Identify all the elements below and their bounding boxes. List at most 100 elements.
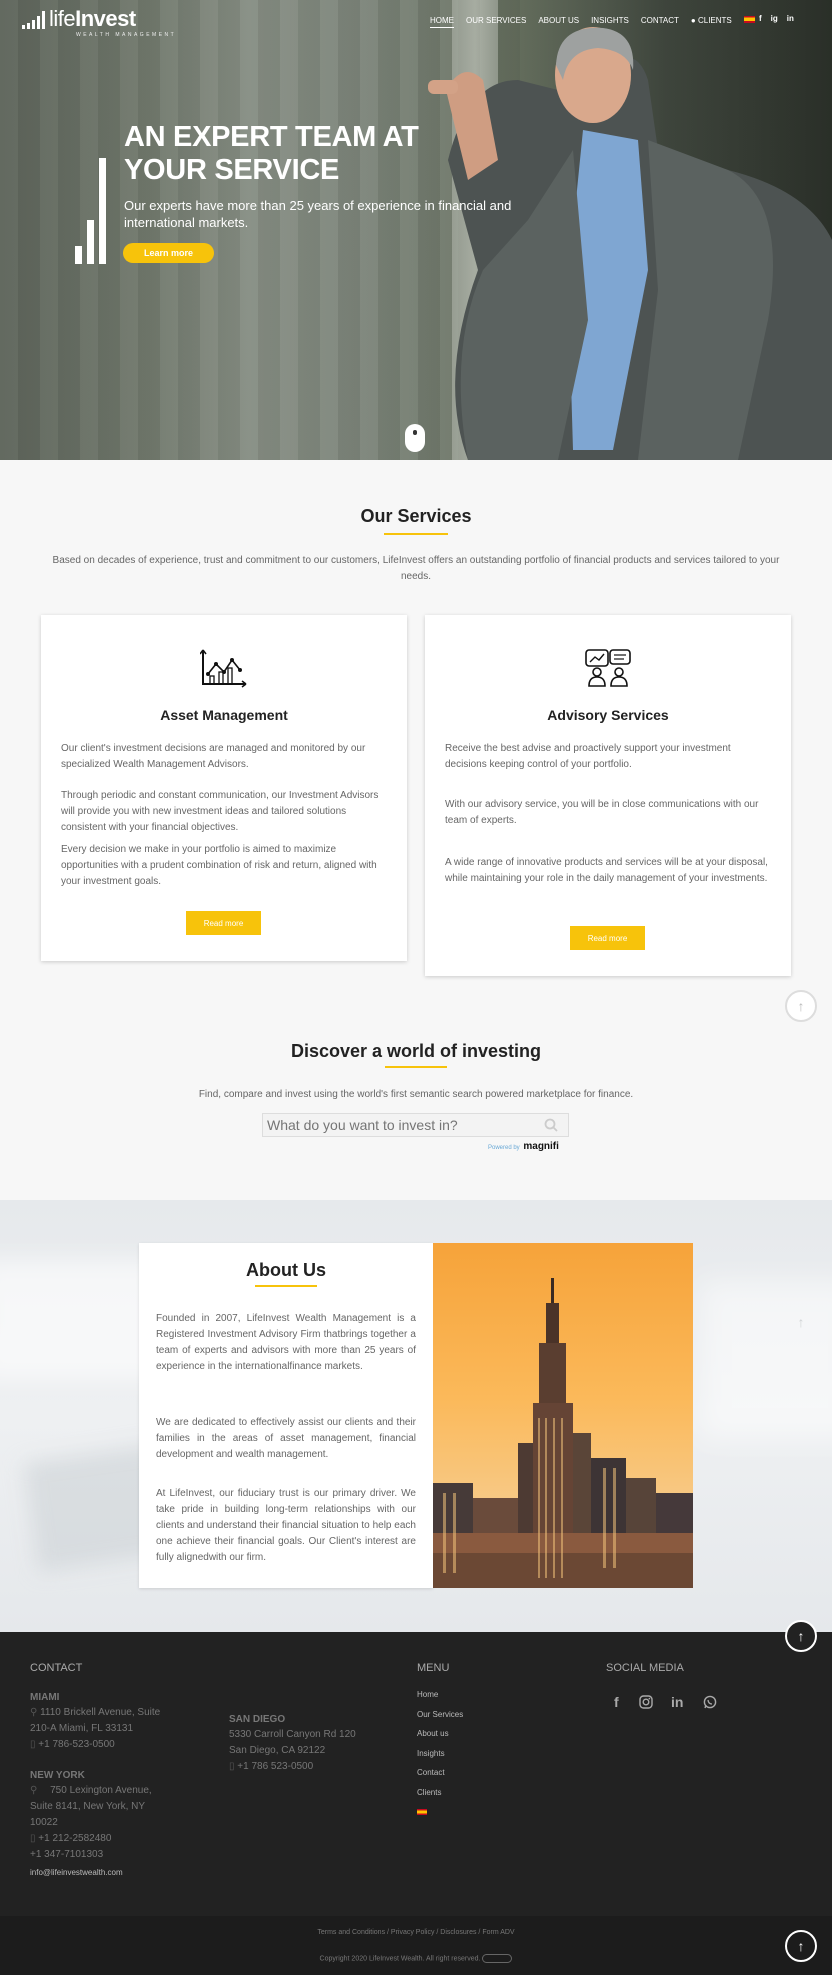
arrow-up-icon: ↑ <box>797 1314 805 1330</box>
hero-bars-graphic <box>75 158 106 264</box>
footer-menu-clients[interactable]: Clients <box>417 1788 441 1797</box>
menu-heading: MENU <box>417 1662 450 1674</box>
discover-title-underline <box>385 1066 447 1068</box>
asset-management-title: Asset Management <box>160 707 288 723</box>
hero-section: lifeInvest WEALTH MANAGEMENT HOME OUR SE… <box>0 0 832 460</box>
developer-logo-icon <box>482 1954 513 1963</box>
new-york-phone-1-label: +1 212-2582480 <box>38 1833 112 1844</box>
footer-menu-insights[interactable]: Insights <box>417 1749 445 1758</box>
facebook-icon[interactable]: f <box>759 14 762 23</box>
new-york-address-2: Suite 8141, New York, NY <box>30 1801 146 1812</box>
asset-paragraph-3: Every decision we make in your portfolio… <box>61 844 377 887</box>
subfooter-back-to-top-button[interactable]: ↑ <box>785 1930 817 1962</box>
subfooter: Terms and Conditions / Privacy Policy / … <box>0 1916 832 1975</box>
new-york-address-1: ⚲ 750 Lexington Avenue, <box>30 1783 170 1799</box>
nav-home[interactable]: HOME <box>430 16 454 28</box>
about-paragraph-2: We are dedicated to effectively assist o… <box>156 1417 416 1460</box>
linkedin-icon[interactable]: in <box>787 14 794 23</box>
footer-menu-about-us[interactable]: About us <box>417 1729 449 1738</box>
powered-by-magnifi[interactable]: Powered by magnifi <box>488 1141 559 1152</box>
asset-paragraph-1: Our client's investment decisions are ma… <box>61 743 366 770</box>
powered-by-label: Powered by <box>488 1145 520 1151</box>
miami-phone[interactable]: ▯ +1 786-523-0500 <box>30 1737 115 1753</box>
contact-heading: CONTACT <box>30 1662 83 1674</box>
nav-our-services[interactable]: OUR SERVICES <box>466 16 526 28</box>
asset-management-card: Asset Management Our client's investment… <box>41 615 407 961</box>
scroll-down-icon[interactable] <box>405 424 425 452</box>
about-title-underline <box>255 1285 317 1287</box>
san-diego-phone[interactable]: ▯ +1 786 523-0500 <box>229 1759 313 1775</box>
logo[interactable]: lifeInvest WEALTH MANAGEMENT <box>22 6 174 38</box>
footer: CONTACT MIAMI ⚲ 1110 Brickell Avenue, Su… <box>0 1620 832 1916</box>
nav-social-links: f ig in <box>759 14 794 23</box>
services-title-underline <box>384 533 448 535</box>
asset-read-more-button[interactable]: Read more <box>186 911 261 935</box>
san-diego-city: SAN DIEGO <box>229 1714 286 1725</box>
whatsapp-icon[interactable] <box>703 1695 717 1709</box>
nav-about-us[interactable]: ABOUT US <box>538 16 579 28</box>
about-us-card: About Us Founded in 2007, LifeInvest Wea… <box>139 1243 433 1588</box>
advisory-paragraph-1: Receive the best advise and proactively … <box>445 743 731 770</box>
spanish-flag-icon[interactable] <box>743 16 755 23</box>
location-pin-icon: ⚲ <box>30 1707 41 1718</box>
advisory-paragraph-3: A wide range of innovative products and … <box>445 857 768 884</box>
advisory-read-more-button[interactable]: Read more <box>570 926 645 950</box>
advisory-paragraph-2: With our advisory service, you will be i… <box>445 799 759 826</box>
top-navigation: lifeInvest WEALTH MANAGEMENT HOME OUR SE… <box>0 0 832 42</box>
location-pin-icon: ⚲ <box>30 1785 41 1796</box>
instagram-icon[interactable]: ig <box>771 14 778 23</box>
linkedin-icon[interactable]: in <box>671 1694 683 1710</box>
social-media-heading: SOCIAL MEDIA <box>606 1662 684 1674</box>
instagram-icon[interactable] <box>639 1695 653 1709</box>
line-chart-icon <box>200 649 247 688</box>
new-york-phone-2[interactable]: +1 347-7101303 <box>30 1847 103 1863</box>
advisory-services-card: Advisory Services Receive the best advis… <box>425 615 791 976</box>
nav-insights[interactable]: INSIGHTS <box>591 16 629 28</box>
copyright-text: Copyright 2020 LifeInvest Wealth. All ri… <box>319 1955 481 1963</box>
miami-city: MIAMI <box>30 1692 60 1703</box>
about-back-to-top-button[interactable]: ↑ <box>785 1306 817 1338</box>
advisory-services-title: Advisory Services <box>547 707 669 723</box>
main-menu: HOME OUR SERVICES ABOUT US INSIGHTS CONT… <box>430 16 755 28</box>
new-york-skyline-image <box>433 1243 693 1588</box>
miami-address-1: ⚲ 1110 Brickell Avenue, Suite <box>30 1705 160 1721</box>
about-paragraph-1: Founded in 2007, LifeInvest Wealth Manag… <box>156 1313 416 1372</box>
user-icon: ● <box>690 16 698 25</box>
footer-menu-home[interactable]: Home <box>417 1690 438 1699</box>
miami-address-2: 210-A Miami, FL 33131 <box>30 1723 134 1734</box>
logo-wordmark: lifeInvest <box>49 6 136 31</box>
learn-more-button[interactable]: Learn more <box>123 243 214 263</box>
logo-tagline: WEALTH MANAGEMENT <box>76 32 177 38</box>
hero-title: AN EXPERT TEAM AT YOUR SERVICE <box>124 121 419 186</box>
nav-contact[interactable]: CONTACT <box>641 16 679 28</box>
invest-search-input[interactable] <box>263 1114 533 1136</box>
magnifi-brand: magnifi <box>523 1141 559 1152</box>
new-york-address-1-label: 750 Lexington Avenue, <box>50 1785 152 1796</box>
new-york-phone-1[interactable]: ▯ +1 212-2582480 <box>30 1831 111 1847</box>
san-diego-address-2: San Diego, CA 92122 <box>229 1745 326 1756</box>
footer-back-to-top-button[interactable]: ↑ <box>785 1620 817 1652</box>
about-paragraph-3: At LifeInvest, our fiduciary trust is ou… <box>156 1488 416 1563</box>
services-intro: Based on decades of experience, trust an… <box>52 555 780 582</box>
san-diego-address-1: 5330 Carroll Canyon Rd 120 <box>229 1729 356 1740</box>
back-to-top-button[interactable]: ↑ <box>785 990 817 1022</box>
nav-clients[interactable]: ● CLIENTS <box>691 16 732 28</box>
arrow-up-icon: ↑ <box>797 998 805 1014</box>
legal-links[interactable]: Terms and Conditions / Privacy Policy / … <box>0 1929 832 1936</box>
footer-menu-contact[interactable]: Contact <box>417 1768 445 1777</box>
facebook-icon[interactable]: f <box>614 1694 619 1710</box>
hero-subtitle: Our experts have more than 25 years of e… <box>124 198 512 230</box>
footer-spanish-flag-icon[interactable] <box>417 1809 427 1815</box>
san-diego-phone-label: +1 786 523-0500 <box>237 1761 314 1772</box>
discover-title: Discover a world of investing <box>290 1041 542 1061</box>
miami-address-1-label: 1110 Brickell Avenue, Suite <box>40 1707 161 1718</box>
arrow-up-icon: ↑ <box>797 1938 805 1954</box>
copyright: Copyright 2020 LifeInvest Wealth. All ri… <box>0 1954 832 1963</box>
nav-clients-label: CLIENTS <box>697 16 732 25</box>
services-title: Our Services <box>360 506 472 526</box>
contact-email[interactable]: info@lifeinvestwealth.com <box>30 1865 123 1881</box>
search-icon[interactable] <box>544 1118 558 1132</box>
new-york-city: NEW YORK <box>30 1770 85 1781</box>
miami-phone-label: +1 786-523-0500 <box>38 1739 115 1750</box>
footer-menu-our-services[interactable]: Our Services <box>417 1710 463 1719</box>
